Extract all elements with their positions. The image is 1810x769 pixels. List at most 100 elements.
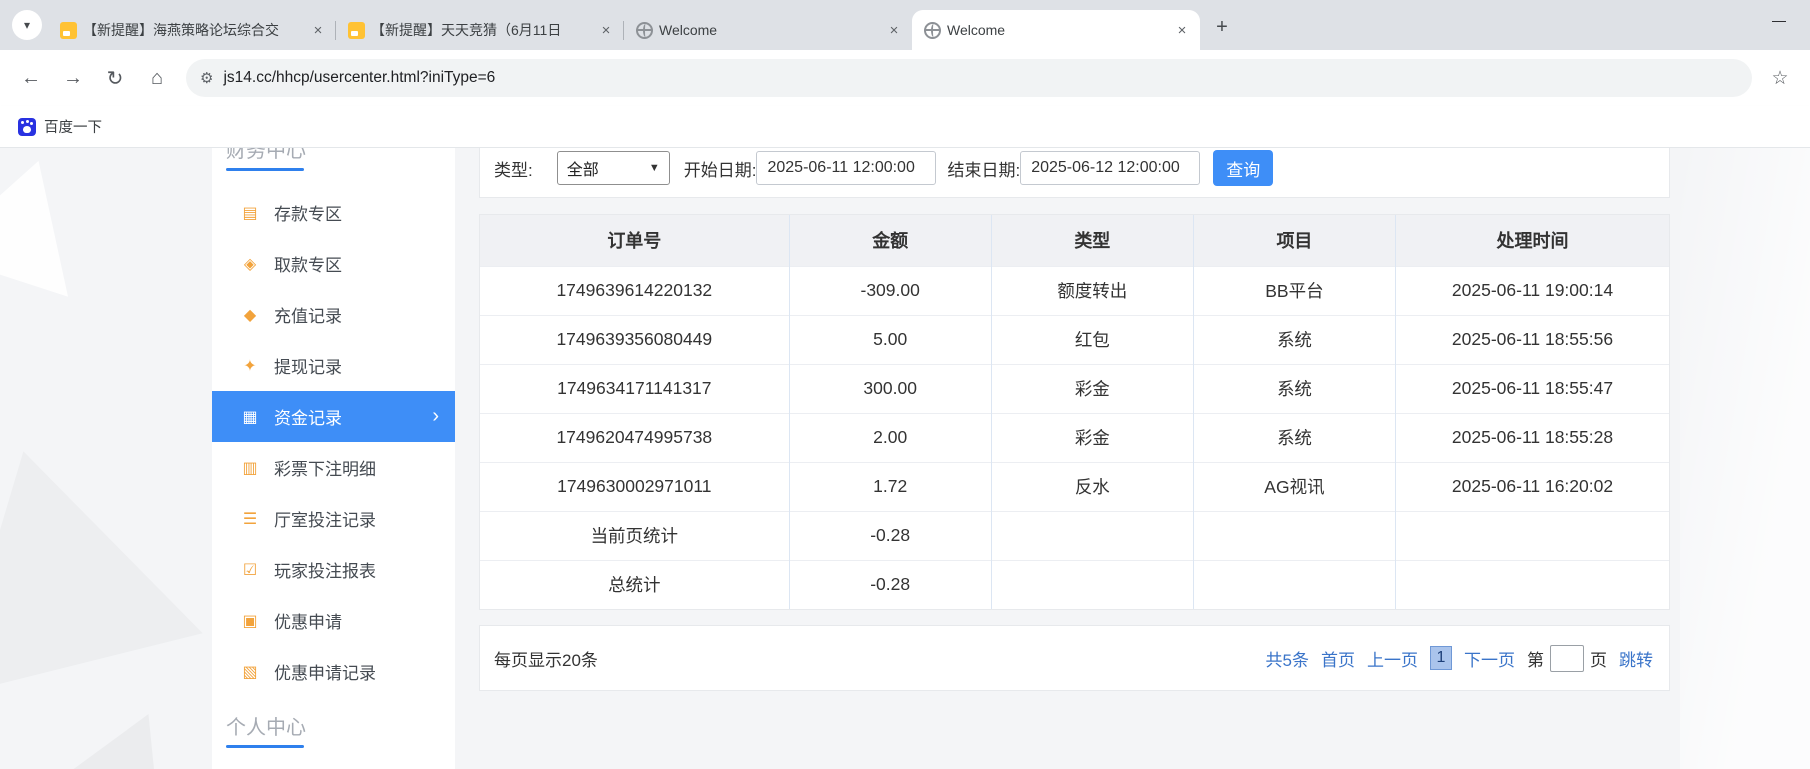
forum-favicon [348,22,365,39]
cell-order-id: 1749620474995738 [480,413,789,462]
page-jump-group: 第 页 [1527,645,1607,672]
header-amount: 金额 [789,215,991,266]
header-project: 项目 [1193,215,1395,266]
cashout-record-icon: ✦ [240,356,260,376]
tab-forum-2[interactable]: 【新提醒】天天竞猜（6月11日 × [336,10,624,50]
page-jump-input[interactable] [1550,645,1584,672]
close-icon[interactable]: × [884,20,904,40]
tab-welcome-1[interactable]: Welcome × [624,10,912,50]
cell-process-time: 2025-06-11 19:00:14 [1396,266,1670,315]
total-count-text: 共5条 [1266,646,1309,671]
cell-amount: 300.00 [789,364,991,413]
home-button[interactable]: ⌂ [138,59,176,97]
decorative-triangle [0,420,203,696]
type-select-value: 全部 [567,156,599,180]
header-type: 类型 [991,215,1193,266]
cell-process-time: 2025-06-11 16:20:02 [1396,462,1670,511]
sidebar-item-funds-record[interactable]: ▦ 资金记录 › [212,391,455,442]
cell-amount: 2.00 [789,413,991,462]
tab-welcome-2-active[interactable]: Welcome × [912,10,1200,50]
cell-project: 系统 [1193,315,1395,364]
back-button[interactable]: ← [12,59,50,97]
url-text: js14.cc/hhcp/usercenter.html?iniType=6 [223,69,495,87]
tab-strip: ▾ 【新提醒】海燕策略论坛综合交 × 【新提醒】天天竞猜（6月11日 × Wel… [0,0,1810,50]
first-page-link[interactable]: 首页 [1321,646,1355,671]
close-icon[interactable]: × [1172,20,1192,40]
heading-underline [226,168,304,171]
sidebar-item-deposit-zone[interactable]: ▤ 存款专区 [212,187,455,238]
address-bar[interactable]: ⚙ js14.cc/hhcp/usercenter.html?iniType=6 [186,59,1752,97]
hall-bet-record-icon: ☰ [240,509,260,529]
tab-title: 【新提醒】海燕策略论坛综合交 [83,20,302,40]
cell-order-id: 1749639356080449 [480,315,789,364]
sidebar-item-cashout-record[interactable]: ✦ 提现记录 [212,340,455,391]
new-tab-button[interactable]: + [1208,13,1236,41]
jump-button[interactable]: 跳转 [1619,646,1653,671]
sidebar-item-hall-bet-record[interactable]: ☰ 厅室投注记录 [212,493,455,544]
close-icon[interactable]: × [308,20,328,40]
cell-empty [1396,511,1670,560]
next-page-link[interactable]: 下一页 [1464,646,1515,671]
table-row: 1749639356080449 5.00 红包 系统 2025-06-11 1… [480,315,1669,364]
forward-button[interactable]: → [54,59,92,97]
bookmark-baidu[interactable]: 百度一下 [10,112,110,141]
cell-project: 系统 [1193,413,1395,462]
reload-button[interactable]: ↻ [96,59,134,97]
sidebar-item-lottery-detail[interactable]: ▥ 彩票下注明细 [212,442,455,493]
table-header-row: 订单号 金额 类型 项目 处理时间 [480,215,1669,266]
sidebar-item-recharge-record[interactable]: ◆ 充值记录 [212,289,455,340]
minimize-button[interactable]: — [1772,12,1786,28]
records-table: 订单号 金额 类型 项目 处理时间 1749639614220132 -309.… [480,215,1669,609]
jump-after-label: 页 [1590,646,1607,671]
start-date-input[interactable] [756,151,936,185]
tab-search-button[interactable]: ▾ [12,10,42,40]
cell-process-time: 2025-06-11 18:55:47 [1396,364,1670,413]
sidebar-item-promo-record[interactable]: ▧ 优惠申请记录 [212,646,455,697]
search-button[interactable]: 查询 [1213,150,1273,186]
cell-order-id: 1749630002971011 [480,462,789,511]
close-icon[interactable]: × [596,20,616,40]
pagination-controls: 共5条 首页 上一页 1 下一页 第 页 跳转 [1266,645,1653,672]
sidebar-item-label: 资金记录 [274,404,342,429]
current-page-indicator[interactable]: 1 [1430,646,1452,670]
cell-amount: -0.28 [789,560,991,609]
cell-process-time: 2025-06-11 18:55:28 [1396,413,1670,462]
sidebar-menu: ▤ 存款专区 ◈ 取款专区 ◆ 充值记录 ✦ 提现记录 ▦ 资金记录 [212,187,455,697]
records-table-panel: 订单号 金额 类型 项目 处理时间 1749639614220132 -309.… [479,214,1670,610]
sidebar-item-label: 厅室投注记录 [274,506,376,531]
sidebar-item-promo-apply[interactable]: ▣ 优惠申请 [212,595,455,646]
table-row: 1749634171141317 300.00 彩金 系统 2025-06-11… [480,364,1669,413]
type-label: 类型: [494,156,533,181]
cell-type: 反水 [991,462,1193,511]
cell-amount: -309.00 [789,266,991,315]
tab-forum-1[interactable]: 【新提醒】海燕策略论坛综合交 × [48,10,336,50]
promo-apply-icon: ▣ [240,611,260,631]
funds-record-icon: ▦ [240,407,260,427]
cell-empty [991,560,1193,609]
sidebar-item-label: 取款专区 [274,251,342,276]
main-content: 类型: 全部 ▼ 开始日期: 结束日期: 查询 [479,148,1670,691]
sidebar-item-withdraw-zone[interactable]: ◈ 取款专区 [212,238,455,289]
deposit-icon: ▤ [240,203,260,223]
heading-underline [226,745,304,748]
end-date-label: 结束日期: [947,156,1020,181]
sidebar-item-label: 优惠申请 [274,608,342,633]
header-process-time: 处理时间 [1396,215,1670,266]
player-report-icon: ☑ [240,560,260,580]
bookmark-star-icon[interactable]: ☆ [1762,60,1798,96]
end-date-input[interactable] [1020,151,1200,185]
type-select[interactable]: 全部 ▼ [557,151,670,185]
site-settings-icon[interactable]: ⚙ [200,69,213,87]
cell-type: 彩金 [991,364,1193,413]
cell-project: BB平台 [1193,266,1395,315]
prev-page-link[interactable]: 上一页 [1367,646,1418,671]
cell-empty [1193,560,1395,609]
table-row: 1749639614220132 -309.00 额度转出 BB平台 2025-… [480,266,1669,315]
table-row: 1749630002971011 1.72 反水 AG视讯 2025-06-11… [480,462,1669,511]
chevron-right-icon: › [432,405,439,428]
sidebar-item-label: 存款专区 [274,200,342,225]
browser-toolbar: ← → ↻ ⌂ ⚙ js14.cc/hhcp/usercenter.html?i… [0,50,1810,106]
filter-bar: 类型: 全部 ▼ 开始日期: 结束日期: 查询 [479,148,1670,198]
cell-order-id: 1749634171141317 [480,364,789,413]
sidebar-item-player-report[interactable]: ☑ 玩家投注报表 [212,544,455,595]
